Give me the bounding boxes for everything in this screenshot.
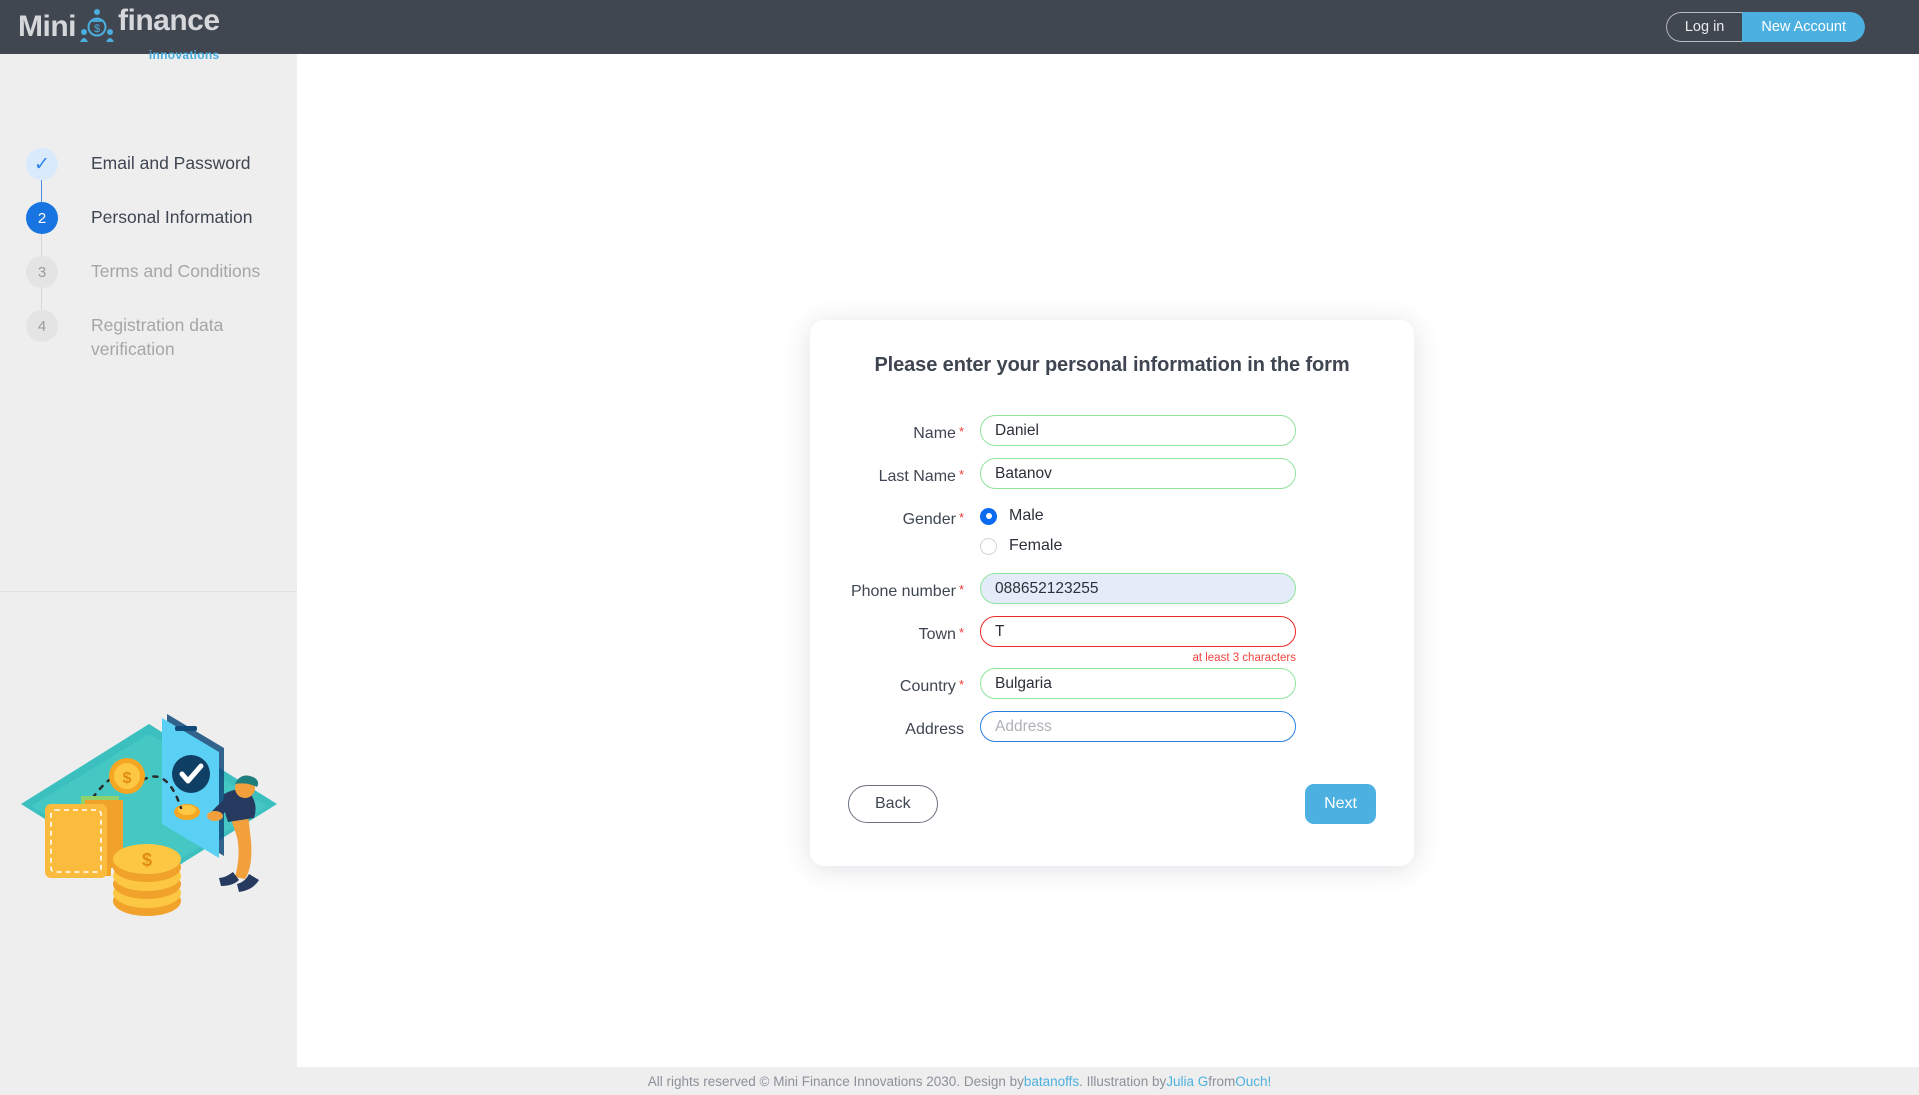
required-asterisk-last-name: *: [959, 467, 964, 482]
country-input[interactable]: [980, 668, 1296, 699]
form-actions: Back Next: [846, 784, 1378, 824]
field-row-country: Country*: [846, 668, 1378, 699]
radio-row-male[interactable]: Male: [980, 501, 1378, 531]
coin-people-logo-icon: $: [80, 8, 114, 46]
field-row-gender: Gender* Male Female: [846, 501, 1378, 561]
control-last-name: [980, 458, 1378, 489]
wallet-phone-coins-illustration: $ $: [19, 696, 279, 931]
step-label-3: Terms and Conditions: [91, 256, 260, 284]
next-button[interactable]: Next: [1305, 784, 1376, 824]
field-row-last-name: Last Name*: [846, 458, 1378, 489]
label-gender: Gender*: [846, 501, 964, 531]
brand-subtitle: innovations: [149, 48, 220, 62]
label-name-text: Name: [913, 425, 956, 442]
town-input[interactable]: [980, 616, 1296, 647]
footer-text-2: . Illustration by: [1079, 1074, 1166, 1089]
label-town: Town*: [846, 616, 964, 646]
registration-page: Mini $ finance innovations Log in: [0, 0, 1919, 1095]
radio-male[interactable]: [980, 508, 997, 525]
required-asterisk-name: *: [959, 424, 964, 439]
svg-text:$: $: [141, 850, 151, 870]
step-marker-3: 3: [26, 256, 58, 288]
footer-link-designer[interactable]: batanoffs: [1024, 1074, 1079, 1089]
control-name: [980, 415, 1378, 446]
check-icon: ✓: [34, 155, 50, 174]
top-header: Mini $ finance innovations Log in: [0, 0, 1919, 54]
svg-text:$: $: [94, 23, 100, 35]
label-gender-text: Gender: [903, 511, 956, 528]
step-connector-3: [41, 288, 42, 310]
field-row-address: Address: [846, 711, 1378, 742]
step-label-4: Registration data verification: [91, 310, 231, 361]
illustration-container: $ $: [0, 592, 297, 1095]
svg-text:$: $: [122, 770, 131, 787]
label-phone-text: Phone number: [851, 583, 956, 600]
name-input[interactable]: [980, 415, 1296, 446]
footer-link-illustrator[interactable]: Julia G: [1166, 1074, 1208, 1089]
control-gender: Male Female: [980, 501, 1378, 561]
personal-information-form-card: Please enter your personal information i…: [810, 320, 1414, 866]
radio-row-female[interactable]: Female: [980, 531, 1378, 561]
label-last-name: Last Name*: [846, 458, 964, 488]
sidebar-step-personal-information[interactable]: 2 Personal Information: [0, 202, 297, 234]
field-row-name: Name*: [846, 415, 1378, 446]
required-asterisk-country: *: [959, 677, 964, 692]
label-town-text: Town: [919, 626, 956, 643]
step-marker-1: ✓: [26, 148, 58, 180]
footer-text-1: All rights reserved © Mini Finance Innov…: [648, 1074, 1024, 1089]
radio-label-female: Female: [1009, 537, 1062, 555]
auth-button-group: Log in New Account: [1666, 12, 1865, 42]
required-asterisk-gender: *: [959, 510, 964, 525]
last-name-input[interactable]: [980, 458, 1296, 489]
sidebar-step-terms-conditions[interactable]: 3 Terms and Conditions: [0, 256, 297, 288]
label-phone: Phone number*: [846, 573, 964, 603]
town-error-message: at least 3 characters: [980, 652, 1296, 664]
form-title: Please enter your personal information i…: [846, 354, 1378, 377]
label-last-name-text: Last Name: [879, 468, 956, 485]
footer-link-ouch[interactable]: Ouch!: [1235, 1074, 1271, 1089]
page-footer: All rights reserved © Mini Finance Innov…: [0, 1067, 1919, 1095]
step-connector-1: [41, 180, 42, 202]
step-connector-2: [41, 234, 42, 256]
login-button[interactable]: Log in: [1666, 12, 1743, 42]
control-address: [980, 711, 1378, 742]
stepper-sidebar: ✓ Email and Password 2 Personal Informat…: [0, 54, 297, 1095]
radio-label-male: Male: [1009, 507, 1044, 525]
phone-number-input[interactable]: [980, 573, 1296, 604]
new-account-button[interactable]: New Account: [1742, 12, 1865, 42]
sidebar-step-registration-verification[interactable]: 4 Registration data verification: [0, 310, 297, 361]
step-list: ✓ Email and Password 2 Personal Informat…: [0, 54, 297, 361]
step-label-1: Email and Password: [91, 148, 251, 176]
label-country: Country*: [846, 668, 964, 698]
required-asterisk-phone: *: [959, 582, 964, 597]
brand-word-finance: finance: [118, 6, 220, 36]
label-name: Name*: [846, 415, 964, 445]
body-wrapper: ✓ Email and Password 2 Personal Informat…: [0, 54, 1919, 1095]
control-town: at least 3 characters: [980, 616, 1378, 664]
main-content: Please enter your personal information i…: [297, 54, 1919, 1095]
radio-female[interactable]: [980, 538, 997, 555]
sidebar-step-email-password[interactable]: ✓ Email and Password: [0, 148, 297, 180]
field-row-town: Town* at least 3 characters: [846, 616, 1378, 664]
step-marker-4: 4: [26, 310, 58, 342]
brand-logo-group[interactable]: Mini $ finance innovations: [10, 6, 220, 48]
back-button[interactable]: Back: [848, 785, 938, 823]
brand-word-mini: Mini: [18, 12, 76, 42]
footer-text-3: from: [1208, 1074, 1235, 1089]
address-input[interactable]: [980, 711, 1296, 742]
field-row-phone: Phone number*: [846, 573, 1378, 604]
control-phone: [980, 573, 1378, 604]
step-marker-2: 2: [26, 202, 58, 234]
step-label-2: Personal Information: [91, 202, 252, 230]
label-address: Address: [846, 711, 964, 741]
required-asterisk-town: *: [959, 625, 964, 640]
label-country-text: Country: [900, 678, 956, 695]
control-country: [980, 668, 1378, 699]
